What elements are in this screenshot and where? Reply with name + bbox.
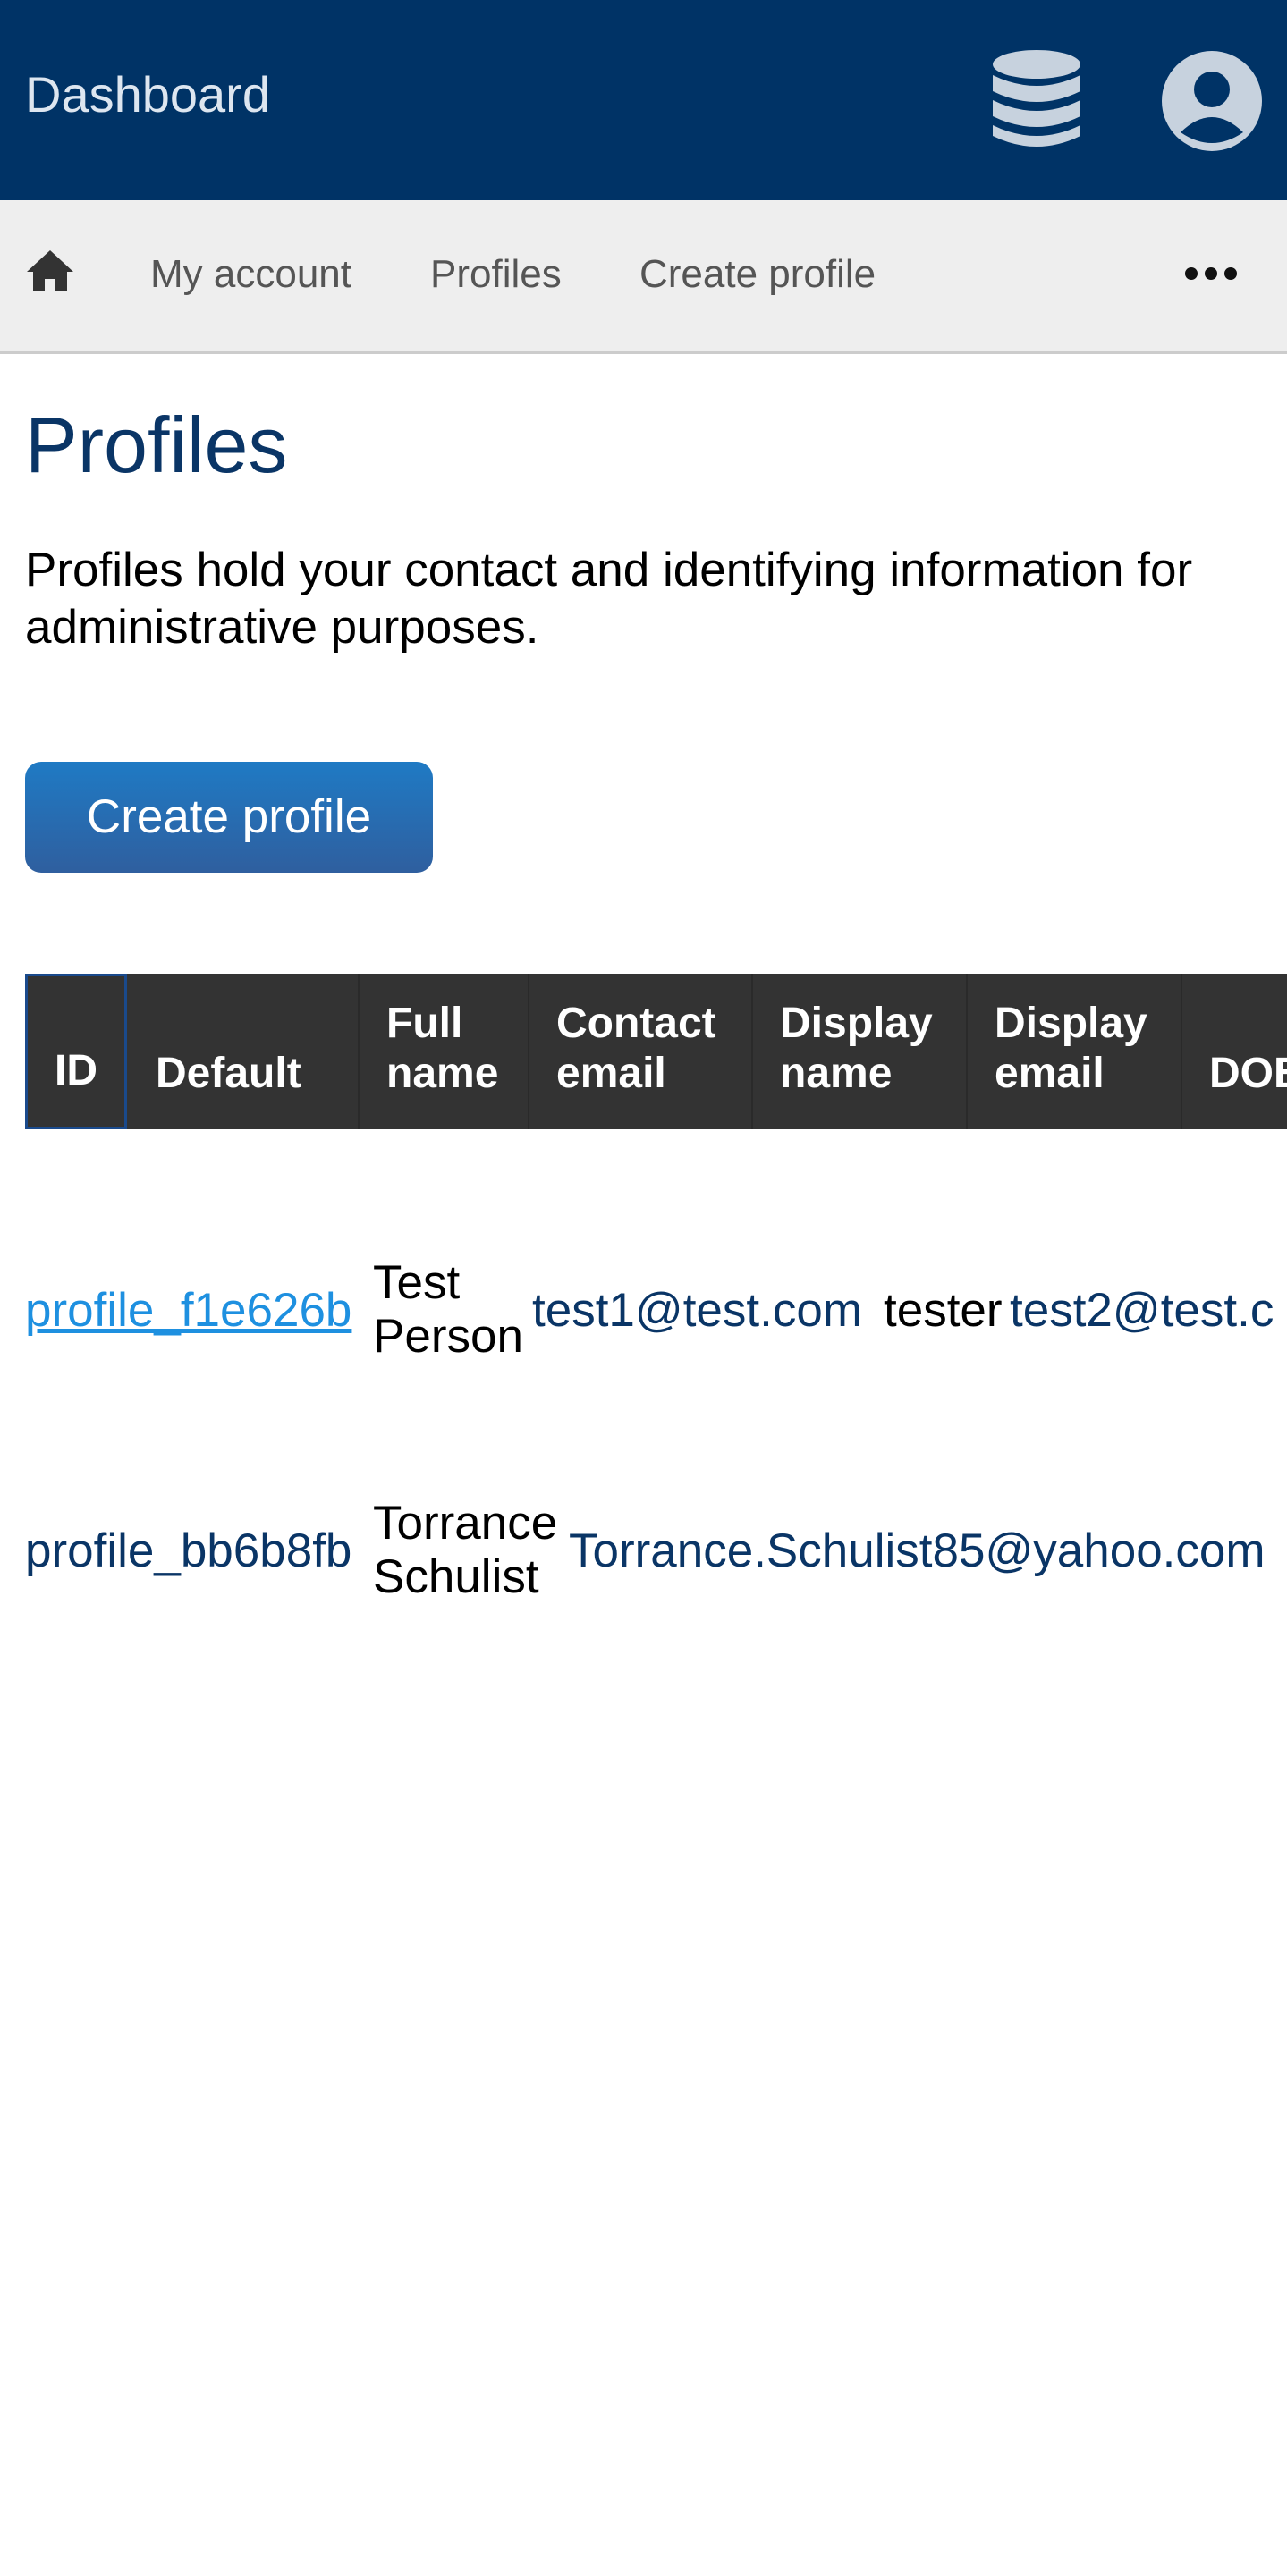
contact-email-link[interactable]: test1@test.com (532, 1284, 862, 1338)
table-header: ID Default Full name Contact email Displ… (25, 974, 1287, 1129)
full-name-cell: Test Person (373, 1256, 523, 1363)
home-icon[interactable] (25, 249, 75, 293)
nav-create-profile[interactable]: Create profile (639, 252, 876, 297)
profiles-table: ID Default Full name Contact email Displ… (25, 974, 1287, 1778)
top-header: Dashboard (0, 0, 1287, 200)
nav-my-account[interactable]: My account (150, 252, 351, 297)
page-title: Profiles (25, 401, 288, 489)
secondary-nav: My account Profiles Create profile (0, 200, 1287, 354)
more-icon[interactable] (1184, 265, 1238, 283)
display-email-link[interactable]: test2@test.c (1010, 1284, 1274, 1338)
profile-id-link[interactable]: profile_f1e626b (25, 1284, 351, 1338)
column-header-display-email[interactable]: Display email (968, 974, 1182, 1129)
nav-profiles[interactable]: Profiles (430, 252, 562, 297)
column-header-default[interactable]: Default (127, 974, 360, 1129)
dashboard-link[interactable]: Dashboard (25, 68, 270, 122)
full-name-cell: Torrance Schulist (373, 1497, 558, 1603)
display-name-cell: tester (884, 1284, 1003, 1337)
profile-id-link[interactable]: profile_bb6b8fb (25, 1524, 351, 1578)
user-circle-icon[interactable] (1161, 50, 1263, 152)
contact-email-link[interactable]: Torrance.Schulist85@yahoo.com (569, 1524, 1266, 1578)
column-header-full-name[interactable]: Full name (360, 974, 529, 1129)
create-profile-button[interactable]: Create profile (25, 762, 433, 873)
column-header-dob[interactable]: DOB (1182, 974, 1287, 1129)
column-header-id[interactable]: ID (25, 974, 127, 1129)
database-icon[interactable] (991, 48, 1082, 151)
column-header-display-name[interactable]: Display name (753, 974, 968, 1129)
intro-text: Profiles hold your contact and identifyi… (25, 544, 1193, 654)
column-header-contact-email[interactable]: Contact email (529, 974, 753, 1129)
